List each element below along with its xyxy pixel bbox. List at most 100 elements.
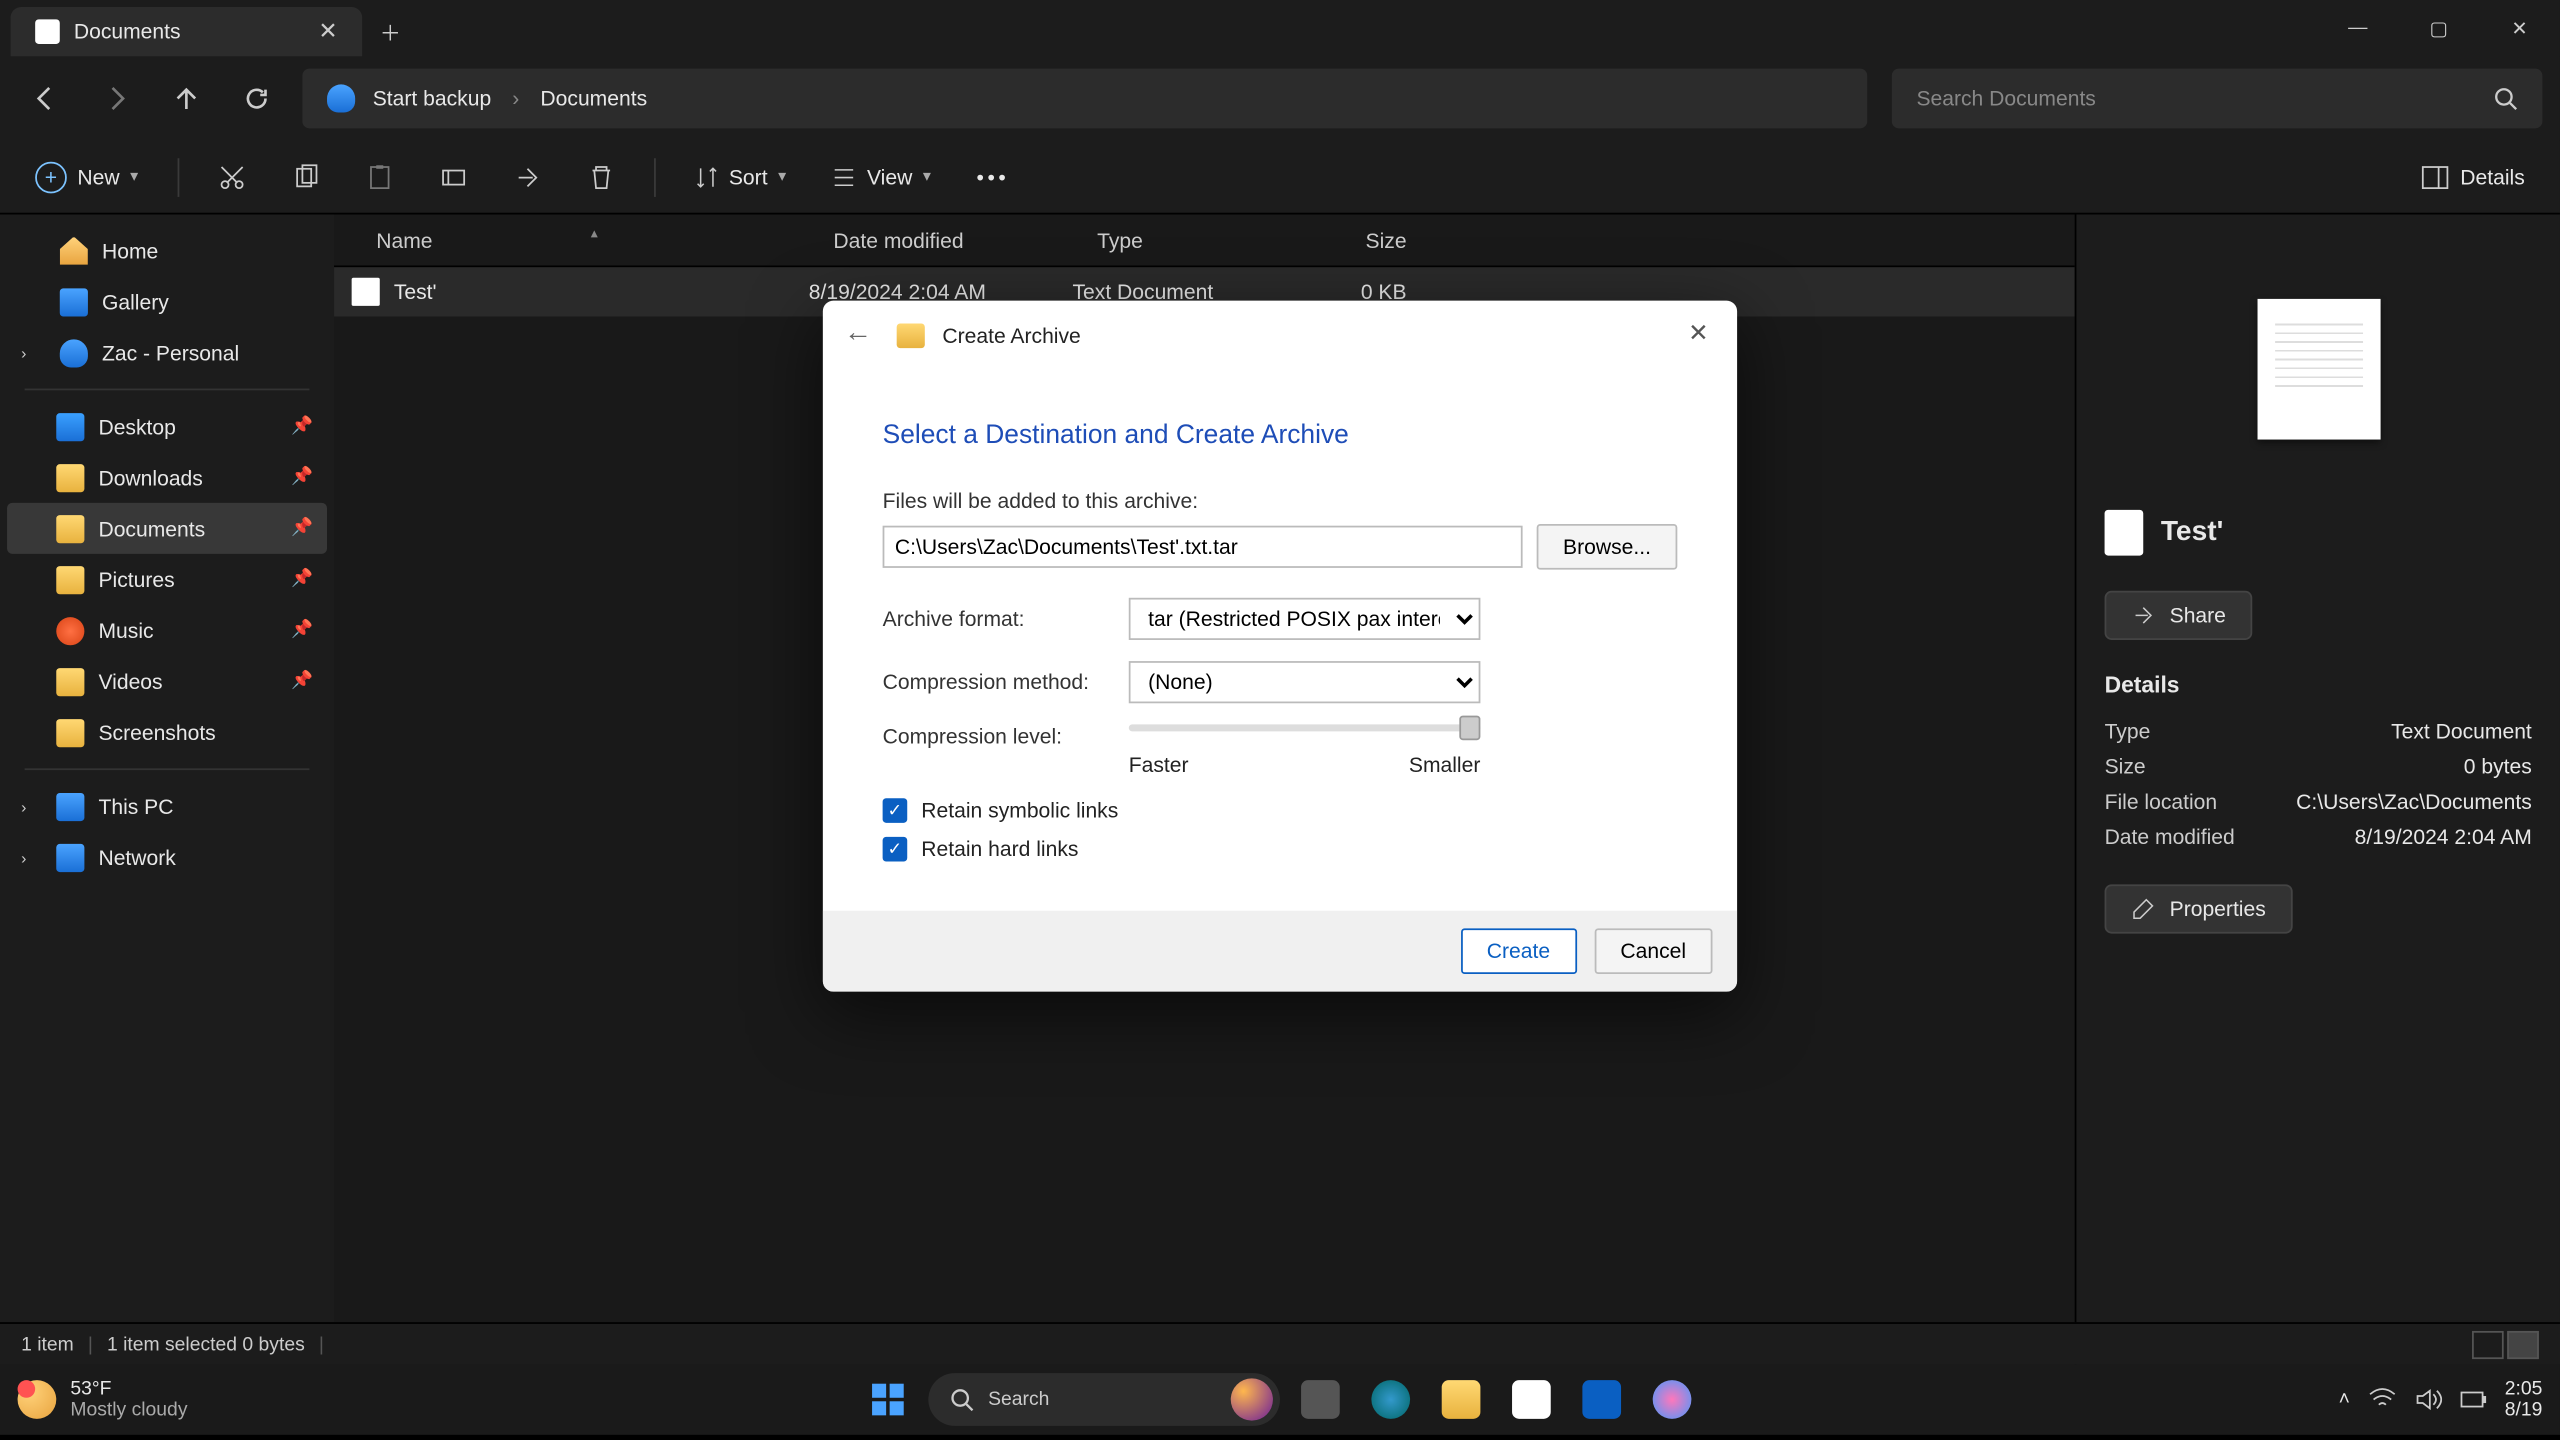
onedrive-icon [60,338,88,366]
taskbar-copilot[interactable] [1642,1371,1702,1427]
detail-value: 8/19/2024 2:04 AM [2355,825,2532,850]
separator [653,157,655,196]
cut-button[interactable] [200,156,263,198]
properties-button[interactable]: Properties [2105,884,2293,933]
address-bar[interactable]: Start backup › Documents [302,69,1867,129]
rename-button[interactable] [421,156,484,198]
volume-icon[interactable] [2413,1387,2441,1412]
view-label: View [867,164,912,189]
minimize-button[interactable]: — [2317,0,2398,56]
checkbox-label: Retain symbolic links [921,798,1118,823]
slider-thumb[interactable] [1459,716,1480,741]
sidebar-item-downloads[interactable]: Downloads📌 [7,452,327,503]
retain-symbolic-links-checkbox[interactable]: ✓ Retain symbolic links [883,798,1678,823]
sidebar-item-label: Desktop [98,414,175,439]
sidebar-item-music[interactable]: Music📌 [7,605,327,656]
taskbar-clock[interactable]: 2:05 8/19 [2505,1378,2543,1421]
chevron-down-icon: ▾ [130,167,138,186]
archive-format-select[interactable]: tar (Restricted POSIX pax interchange [1129,598,1481,640]
sidebar-item-home[interactable]: Home [7,225,327,276]
up-button[interactable] [155,70,218,126]
battery-icon[interactable] [2459,1389,2487,1410]
tray-chevron-icon[interactable]: ˄ [2339,1389,2350,1410]
dialog-back-button[interactable]: ← [844,318,879,353]
share-button[interactable]: Share [2105,591,2253,640]
folder-icon [897,324,925,349]
maximize-button[interactable]: ▢ [2398,0,2479,56]
pin-icon: 📌 [291,417,313,436]
weather-desc: Mostly cloudy [70,1400,187,1421]
sidebar-item-label: Documents [98,516,205,541]
details-toggle[interactable]: Details [2404,157,2542,196]
tab-documents[interactable]: Documents ✕ [11,7,363,56]
sidebar-item-documents[interactable]: Documents📌 [7,503,327,554]
delete-button[interactable] [569,156,632,198]
wifi-icon[interactable] [2368,1387,2396,1412]
forward-button[interactable] [84,70,147,126]
search-icon [949,1387,974,1412]
refresh-button[interactable] [225,70,288,126]
browse-button[interactable]: Browse... [1537,524,1678,570]
taskbar-search[interactable]: Search [928,1373,1280,1426]
status-item-count: 1 item [21,1334,74,1355]
task-view-icon [1301,1380,1340,1419]
archive-path-input[interactable] [883,526,1523,568]
sidebar-item-screenshots[interactable]: Screenshots [7,707,327,758]
sidebar-item-desktop[interactable]: Desktop 📌 [7,401,327,452]
sidebar-item-label: Downloads [98,465,202,490]
share-button[interactable] [495,156,558,198]
sidebar-item-pictures[interactable]: Pictures📌 [7,554,327,605]
network-icon [56,843,84,871]
tab-close-button[interactable]: ✕ [318,18,337,46]
view-list-toggle[interactable] [2472,1330,2504,1358]
start-button[interactable] [858,1371,918,1427]
view-button[interactable]: View ▾ [814,157,948,196]
breadcrumb-location[interactable]: Documents [540,86,647,111]
new-label: New [77,164,119,189]
column-size[interactable]: Size [1283,228,1441,253]
file-name: Test' [394,280,809,305]
sidebar-item-onedrive[interactable]: ›Zac - Personal [7,327,327,378]
level-label: Compression level: [883,724,1112,749]
sidebar-item-gallery[interactable]: Gallery [7,276,327,327]
taskbar-task-view[interactable] [1291,1371,1351,1427]
clock-date: 8/19 [2505,1400,2543,1421]
status-selection: 1 item selected 0 bytes [107,1334,305,1355]
copy-button[interactable] [273,156,336,198]
taskbar-explorer[interactable] [1431,1371,1491,1427]
close-button[interactable]: ✕ [2479,0,2560,56]
chevron-right-icon: › [21,344,26,362]
search-highlight-icon [1231,1378,1273,1420]
sort-button[interactable]: Sort ▾ [676,157,804,196]
cancel-button[interactable]: Cancel [1594,928,1712,974]
dialog-heading: Select a Destination and Create Archive [883,420,1678,450]
compression-method-select[interactable]: (None) [1129,661,1481,703]
window-controls: — ▢ ✕ [2317,0,2560,56]
checkbox-label: Retain hard links [921,837,1078,862]
pin-icon: 📌 [291,621,313,640]
taskbar-edge[interactable] [1361,1371,1421,1427]
taskbar-outlook[interactable] [1572,1371,1632,1427]
column-name[interactable]: Name▴ [334,228,809,253]
taskbar-weather[interactable]: 53°F Mostly cloudy [18,1378,188,1421]
new-button[interactable]: + New ▾ [18,154,156,200]
taskbar-store[interactable] [1502,1371,1562,1427]
sidebar-item-network[interactable]: ›Network [7,832,327,883]
back-button[interactable] [14,70,77,126]
create-button[interactable]: Create [1460,928,1576,974]
sidebar-item-this-pc[interactable]: ›This PC [7,781,327,832]
new-tab-button[interactable]: ＋ [362,7,418,56]
title-bar: Documents ✕ ＋ — ▢ ✕ [0,0,2560,56]
compression-level-slider[interactable] [1129,724,1481,731]
sidebar-item-videos[interactable]: Videos📌 [7,656,327,707]
breadcrumb-root[interactable]: Start backup [373,86,491,111]
folder-icon [56,463,84,491]
column-date[interactable]: Date modified [809,228,1073,253]
dialog-close-button[interactable]: ✕ [1674,311,1723,353]
paste-button[interactable] [347,156,410,198]
search-box[interactable]: Search Documents [1892,69,2543,129]
more-button[interactable]: ••• [959,157,1027,196]
view-details-toggle[interactable] [2507,1330,2539,1358]
column-type[interactable]: Type [1073,228,1284,253]
retain-hard-links-checkbox[interactable]: ✓ Retain hard links [883,837,1678,862]
